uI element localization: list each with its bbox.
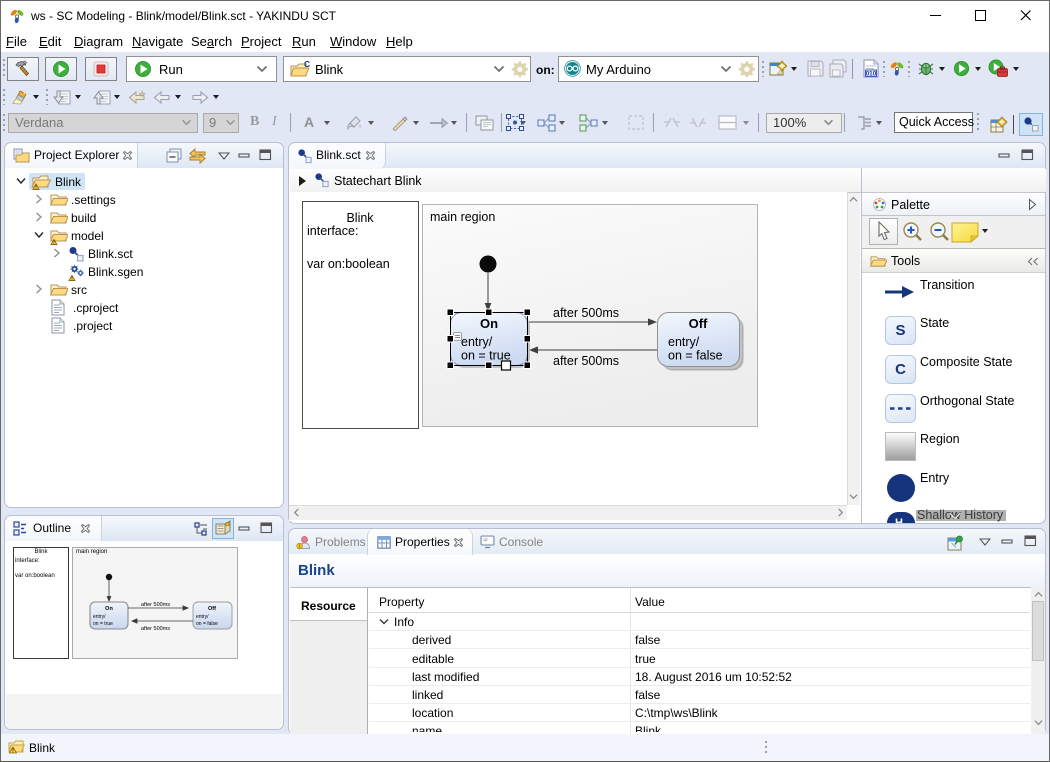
- svg-text:entry/: entry/: [93, 614, 106, 620]
- svg-text:!: !: [53, 240, 55, 245]
- svg-text:on = true: on = true: [461, 349, 511, 363]
- svg-text:on = false: on = false: [196, 621, 218, 627]
- svg-text:interface:: interface:: [307, 224, 358, 238]
- svg-text:!: !: [71, 276, 73, 281]
- svg-text:!: !: [35, 185, 37, 190]
- svg-text:On: On: [105, 606, 113, 612]
- svg-text:after 500ms: after 500ms: [141, 626, 170, 632]
- svg-text:C: C: [304, 60, 310, 69]
- svg-text:Blink: Blink: [346, 211, 374, 225]
- svg-text:entry/: entry/: [461, 335, 493, 349]
- svg-text:entry/: entry/: [196, 614, 209, 620]
- svg-text:main region: main region: [430, 210, 495, 224]
- svg-text:On: On: [480, 316, 498, 331]
- svg-text:Off: Off: [208, 606, 216, 612]
- svg-text:010: 010: [866, 70, 877, 77]
- svg-text:after 500ms: after 500ms: [141, 602, 170, 608]
- svg-text:entry/: entry/: [668, 335, 700, 349]
- svg-text:on = false: on = false: [668, 349, 723, 363]
- svg-text:after 500ms: after 500ms: [553, 354, 619, 368]
- svg-text:after 500ms: after 500ms: [553, 306, 619, 320]
- svg-text:var on:boolean: var on:boolean: [307, 257, 390, 271]
- svg-text:on = true: on = true: [93, 621, 113, 627]
- svg-text:Off: Off: [689, 316, 708, 331]
- svg-text:!: !: [12, 747, 14, 754]
